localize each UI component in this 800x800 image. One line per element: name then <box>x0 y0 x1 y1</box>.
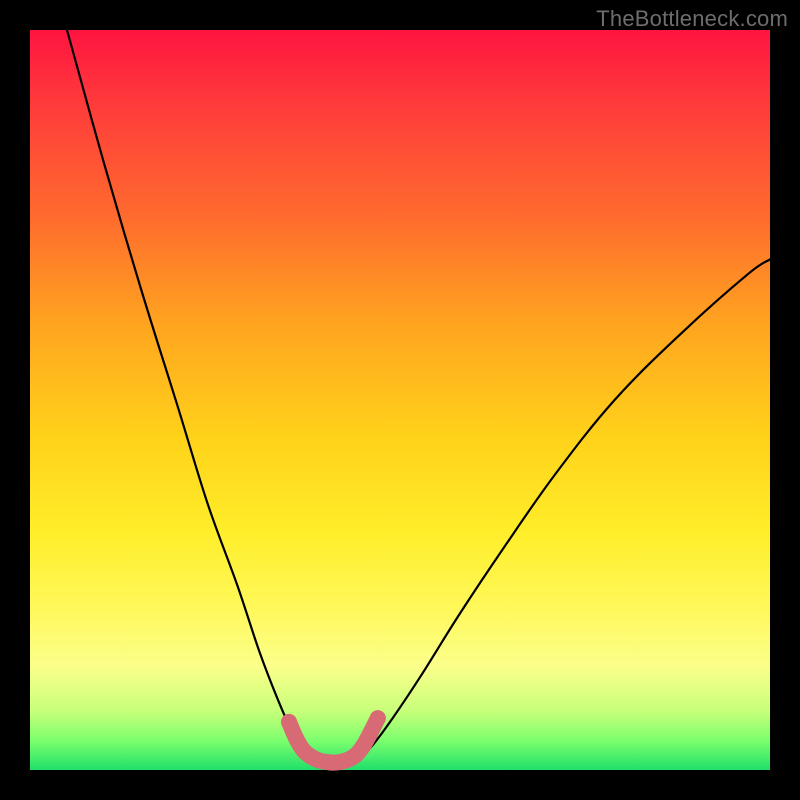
chart-frame: TheBottleneck.com <box>0 0 800 800</box>
watermark-text: TheBottleneck.com <box>596 6 788 32</box>
bottom-marker-dot <box>362 725 378 741</box>
curve-group <box>67 30 770 771</box>
curve-left-curve <box>67 30 315 759</box>
bottom-marker-dot <box>281 714 297 730</box>
bottom-marker-dot <box>370 710 386 726</box>
plot-area <box>30 30 770 770</box>
curve-right-curve <box>356 259 770 759</box>
curves-svg <box>30 30 770 770</box>
